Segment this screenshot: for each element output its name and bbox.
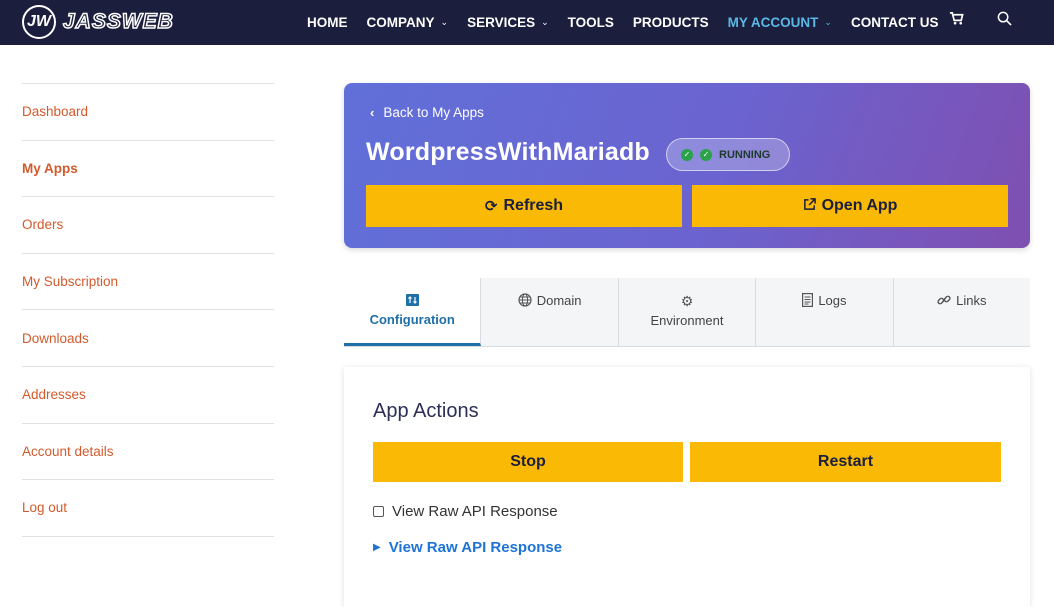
- stop-button[interactable]: Stop: [373, 442, 683, 482]
- menu-label: HOME: [307, 15, 348, 30]
- app-header-card: ‹ Back to My Apps WordpressWithMariadb ✓…: [344, 83, 1030, 248]
- top-navbar: JW JASSWEB HOME COMPANY ⌄ SERVICES ⌄ TOOLS…: [0, 0, 1054, 45]
- external-link-icon: [803, 197, 816, 215]
- search-icon[interactable]: [997, 11, 1012, 30]
- raw-response-toggle[interactable]: View Raw API Response: [373, 503, 558, 520]
- menu-label: CONTACT US: [850, 15, 939, 30]
- chevron-down-icon: ⌄: [824, 17, 832, 27]
- refresh-button[interactable]: ⟳ Refresh: [366, 185, 682, 227]
- menu-item-products[interactable]: PRODUCTS: [633, 15, 709, 30]
- status-label: RUNNING: [719, 148, 771, 161]
- app-name: WordpressWithMariadb: [366, 138, 650, 166]
- status-badge: ✓ ✓ RUNNING: [666, 138, 790, 171]
- menu-item-home[interactable]: HOME: [307, 15, 348, 30]
- back-link-label: Back to My Apps: [383, 105, 484, 120]
- tab-environment[interactable]: ⚙ Environment: [619, 278, 757, 346]
- raw-response-checkbox[interactable]: [373, 506, 384, 517]
- sidebar-item-log-out[interactable]: Log out: [22, 480, 274, 537]
- restart-button[interactable]: Restart: [690, 442, 1001, 482]
- cart-icon[interactable]: [949, 11, 964, 30]
- open-app-button[interactable]: Open App: [692, 185, 1008, 227]
- globe-icon: [518, 293, 532, 310]
- sidebar-item-dashboard[interactable]: Dashboard: [22, 84, 274, 141]
- raw-response-checkbox-label: View Raw API Response: [392, 503, 558, 520]
- tab-label: Logs: [818, 293, 847, 308]
- menu-label: MY ACCOUNT: [727, 15, 819, 30]
- tab-logs[interactable]: Logs: [756, 278, 894, 346]
- menu-item-services[interactable]: SERVICES ⌄: [467, 15, 549, 30]
- menu-label: SERVICES: [467, 15, 536, 30]
- sidebar-item-addresses[interactable]: Addresses: [22, 367, 274, 424]
- menu-label: PRODUCTS: [632, 15, 709, 30]
- sidebar-item-downloads[interactable]: Downloads: [22, 310, 274, 367]
- sliders-icon: [405, 293, 419, 309]
- chevron-down-icon: ⌄: [440, 17, 449, 27]
- tab-label: Domain: [536, 293, 582, 308]
- check-circle-icon: ✓: [700, 148, 712, 161]
- refresh-icon: ⟳: [484, 198, 498, 215]
- main-menu: HOME COMPANY ⌄ SERVICES ⌄ TOOLS PRODUCTS M…: [307, 0, 957, 45]
- account-sidebar: Dashboard My Apps Orders My Subscription…: [22, 83, 274, 537]
- menu-label: COMPANY: [366, 15, 435, 30]
- menu-item-company[interactable]: COMPANY ⌄: [367, 15, 449, 30]
- chevron-down-icon: ⌄: [541, 17, 549, 27]
- tab-label: Configuration: [369, 312, 455, 327]
- tab-domain[interactable]: Domain: [481, 278, 619, 346]
- app-actions-card: App Actions Stop Restart View Raw API Re…: [344, 367, 1030, 607]
- menu-label: TOOLS: [567, 15, 614, 30]
- check-circle-icon: ✓: [681, 148, 693, 161]
- sidebar-item-account-details[interactable]: Account details: [22, 424, 274, 481]
- tab-label: Links: [956, 293, 987, 308]
- tab-configuration[interactable]: Configuration: [344, 278, 482, 346]
- brand-logo[interactable]: JW JASSWEB: [22, 5, 174, 39]
- menu-item-contact-us[interactable]: CONTACT US: [851, 15, 939, 30]
- gear-icon: ⚙: [680, 293, 694, 309]
- triangle-right-icon: ▶: [373, 542, 381, 553]
- section-title: App Actions: [373, 400, 479, 422]
- brand-name: JASSWEB: [62, 9, 174, 34]
- sidebar-item-my-apps[interactable]: My Apps: [22, 141, 274, 198]
- raw-response-details[interactable]: ▶ View Raw API Response: [373, 539, 562, 556]
- refresh-label: Refresh: [503, 197, 564, 214]
- tab-links[interactable]: Links: [894, 278, 1030, 346]
- sidebar-item-orders[interactable]: Orders: [22, 197, 274, 254]
- app-tabs: Configuration Domain ⚙ Environment Logs …: [344, 278, 1030, 347]
- menu-item-my-account[interactable]: MY ACCOUNT ⌄: [728, 15, 832, 30]
- menu-item-tools[interactable]: TOOLS: [568, 15, 614, 30]
- tab-label: Environment: [650, 313, 724, 328]
- chevron-left-icon: ‹: [370, 105, 375, 120]
- logo-mark-icon: JW: [22, 5, 56, 39]
- document-icon: [802, 293, 814, 310]
- sidebar-item-my-subscription[interactable]: My Subscription: [22, 254, 274, 311]
- back-to-apps-link[interactable]: ‹ Back to My Apps: [370, 105, 484, 120]
- raw-response-summary: View Raw API Response: [388, 539, 563, 556]
- open-app-label: Open App: [821, 197, 898, 214]
- link-icon: [937, 293, 951, 310]
